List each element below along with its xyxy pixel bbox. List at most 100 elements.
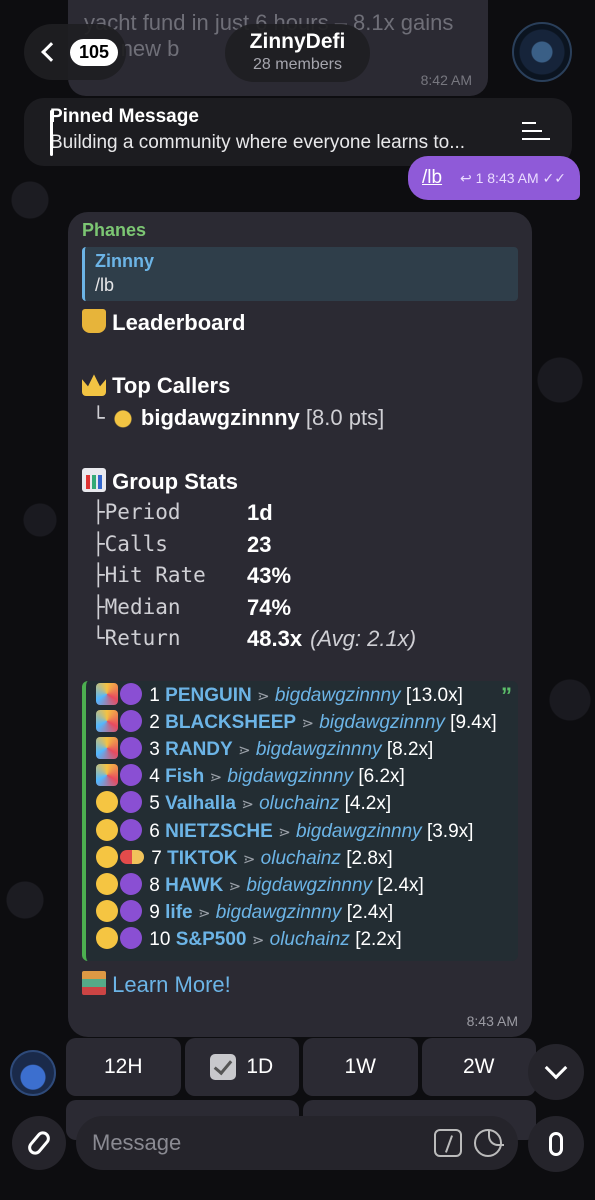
- chat-title[interactable]: ZinnyDefi 28 members: [225, 24, 370, 82]
- outgoing-time: 8:43 AM: [487, 169, 539, 186]
- learn-more-label[interactable]: Learn More!: [112, 972, 231, 997]
- entry-rank: 9: [149, 902, 160, 924]
- entry-token[interactable]: NIETZSCHE: [165, 821, 273, 842]
- entry-caller[interactable]: bigdawgzinnny: [246, 875, 372, 896]
- party-popper-icon: [96, 736, 118, 759]
- entry-caller[interactable]: oluchainz: [270, 929, 350, 950]
- entry-token[interactable]: TIKTOK: [167, 848, 237, 869]
- entry-token[interactable]: Fish: [165, 766, 204, 787]
- arrow-icon: ⋗: [257, 687, 270, 705]
- stat-value: 1d: [247, 500, 273, 525]
- reply-icon: ↩: [459, 169, 472, 186]
- entry-token[interactable]: RANDY: [165, 739, 233, 760]
- purple-circle-icon: [120, 791, 142, 814]
- entry-caller[interactable]: bigdawgzinnny: [275, 685, 401, 706]
- leaderboard-entry: 3 RANDY ⋗ bigdawgzinnny [8.2x]: [96, 736, 510, 764]
- arrow-icon: ⋗: [237, 741, 251, 759]
- entry-multiplier: [3.9x]: [426, 820, 474, 842]
- entry-rank: 3: [149, 738, 160, 760]
- stat-key: ├Hit Rate: [92, 563, 206, 587]
- purple-circle-icon: [120, 872, 142, 895]
- sticker-icon[interactable]: [474, 1129, 504, 1157]
- bot-avatar[interactable]: [10, 1050, 56, 1096]
- stat-value: 48.3x: [247, 626, 303, 651]
- sender-name[interactable]: Phanes: [82, 220, 518, 241]
- leaderboard-entry: 7 TIKTOK ⋗ oluchainz [2.8x]: [96, 845, 510, 873]
- arrow-icon: ⋗: [241, 796, 254, 814]
- bar-chart-icon: [82, 467, 106, 492]
- leaderboard-entry: 10 S&P500 ⋗ oluchainz [2.2x]: [96, 927, 510, 954]
- learn-more-link[interactable]: Learn More!: [82, 970, 518, 998]
- entry-rank: 10: [149, 929, 171, 951]
- leaderboard-quote-block[interactable]: ” 1 PENGUIN ⋗ bigdawgzinnny [13.0x] 2 BL…: [82, 680, 518, 961]
- entry-caller[interactable]: bigdawgzinnny: [296, 821, 422, 842]
- sunglasses-icon: [96, 845, 118, 868]
- stat-row: ├Calls 23: [82, 529, 518, 561]
- stat-row: ├Period 1d: [82, 497, 518, 529]
- entry-multiplier: [2.4x]: [346, 902, 394, 924]
- paperclip-icon: [25, 1128, 53, 1158]
- voice-button[interactable]: [528, 1116, 584, 1172]
- entry-token[interactable]: S&P500: [176, 929, 247, 950]
- entry-token[interactable]: PENGUIN: [165, 685, 252, 706]
- message-placeholder: Message: [92, 1130, 182, 1155]
- arrow-icon: ⋗: [278, 823, 291, 841]
- entry-token[interactable]: HAWK: [165, 875, 223, 896]
- entry-multiplier: [4.2x]: [344, 793, 392, 815]
- leaderboard-entries: 1 PENGUIN ⋗ bigdawgzinnny [13.0x] 2 BLAC…: [96, 682, 510, 955]
- back-button[interactable]: 105: [24, 24, 126, 80]
- entry-caller[interactable]: bigdawgzinnny: [256, 739, 382, 760]
- arrow-icon: ⋗: [228, 877, 242, 895]
- message-input[interactable]: Message: [76, 1116, 518, 1170]
- entry-multiplier: [8.2x]: [386, 738, 434, 760]
- leaderboard-entry: 8 HAWK ⋗ bigdawgzinnny [2.4x]: [96, 872, 510, 900]
- entry-multiplier: [6.2x]: [358, 766, 405, 788]
- timeframe-button-1w[interactable]: 1W: [303, 1038, 418, 1096]
- timeframe-row: 12H 1D 1W 2W: [66, 1038, 536, 1096]
- timeframe-button-1d[interactable]: 1D: [184, 1038, 299, 1096]
- entry-token[interactable]: BLACKSHEEP: [165, 712, 296, 733]
- scroll-down-button[interactable]: [528, 1044, 584, 1100]
- leaderboard-title: Leaderboard: [112, 310, 246, 335]
- timeframe-button-2w[interactable]: 2W: [421, 1038, 536, 1096]
- entry-caller[interactable]: bigdawgzinnny: [319, 712, 445, 733]
- sunglasses-icon: [96, 872, 118, 895]
- leaderboard-entry: 4 Fish ⋗ bigdawgzinnny [6.2x]: [96, 764, 510, 791]
- purple-circle-icon: [120, 682, 142, 705]
- entry-rank: 6: [149, 820, 160, 842]
- attach-button[interactable]: [12, 1116, 66, 1170]
- stat-key: ├Calls: [92, 531, 168, 556]
- entry-rank: 4: [149, 766, 160, 788]
- entry-caller[interactable]: bigdawgzinnny: [227, 766, 353, 787]
- entry-caller[interactable]: oluchainz: [259, 793, 339, 814]
- entry-caller[interactable]: oluchainz: [261, 848, 341, 869]
- purple-circle-icon: [120, 927, 142, 950]
- stat-row: └Return 48.3x (Avg: 2.1x): [82, 623, 518, 655]
- pin-list-icon[interactable]: [522, 118, 550, 144]
- entry-token[interactable]: life: [165, 902, 192, 923]
- group-avatar[interactable]: [512, 22, 572, 82]
- purple-circle-icon: [120, 900, 142, 923]
- reply-count: 1: [475, 169, 484, 186]
- outgoing-command[interactable]: /lb: [422, 167, 442, 189]
- group-stats-list: ├Period 1d ├Calls 23 ├Hit Rate 43% ├Median 74% └…: [82, 497, 518, 655]
- entry-rank: 2: [149, 711, 160, 733]
- bot-commands-icon[interactable]: [434, 1129, 462, 1157]
- entry-caller[interactable]: bigdawgzinnny: [216, 902, 342, 923]
- leaderboard-entry: 6 NIETZSCHE ⋗ bigdawgzinnny [3.9x]: [96, 818, 510, 846]
- reply-quote[interactable]: Zinnny /lb: [82, 247, 518, 301]
- stat-value: 23: [247, 531, 272, 557]
- arrow-icon: ⋗: [242, 850, 256, 868]
- timeframe-button-12h[interactable]: 12H: [66, 1038, 181, 1096]
- outgoing-message[interactable]: /lb ↩ 1 8:43 AM ✓✓: [408, 156, 580, 200]
- gold-medal-icon: [110, 403, 135, 428]
- bot-message[interactable]: Phanes Zinnny /lb Leaderboard Top Caller…: [68, 212, 532, 1037]
- microphone-icon: [549, 1132, 563, 1156]
- entry-multiplier: [2.4x]: [377, 874, 424, 896]
- quote-icon: ”: [501, 682, 512, 708]
- leaderboard-entry: 9 life ⋗ bigdawgzinnny [2.4x]: [96, 900, 510, 927]
- entry-token[interactable]: Valhalla: [165, 793, 236, 814]
- member-count: 28 members: [253, 56, 342, 73]
- purple-circle-icon: [120, 818, 142, 841]
- stat-key: └Return: [92, 626, 181, 650]
